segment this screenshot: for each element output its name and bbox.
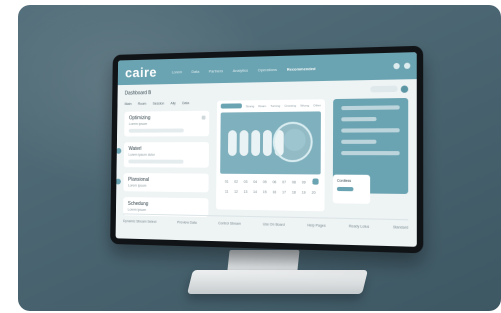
- grid-cell: 02: [234, 179, 239, 184]
- top-right-controls: [393, 62, 411, 70]
- app-logo[interactable]: caire: [125, 64, 157, 80]
- grid-cell: 20: [311, 190, 316, 195]
- grid-cell: 06: [272, 180, 277, 185]
- column-header: Wrong: [300, 103, 310, 108]
- center-panel: Strang Roam Turning Crossing Wrong Other…: [215, 99, 326, 212]
- nav-item[interactable]: Operations: [258, 66, 277, 71]
- nav-item[interactable]: Lorem: [172, 69, 183, 74]
- card-optimizing[interactable]: Optimizing Lorem ipsum: [124, 110, 210, 137]
- card-subtitle: Lorem ipsum: [127, 207, 147, 212]
- status-dot-icon: [115, 148, 122, 154]
- viz-pill: [262, 129, 272, 157]
- screen: caire Lorem Data Partners Analytics Oper…: [115, 52, 417, 247]
- dial-center: [283, 128, 306, 152]
- grid-cell: 13: [243, 189, 248, 194]
- column-header: Other: [313, 103, 321, 108]
- page-title: Dashboard B: [124, 90, 152, 97]
- right-panel-bar: [341, 105, 400, 111]
- card-title: Optimizing: [128, 115, 151, 122]
- column-header: Crossing: [284, 103, 297, 108]
- grid-cell: 04: [253, 179, 258, 185]
- bottom-toolbar: Dynamic Stream Select Preview Data Contr…: [122, 213, 409, 235]
- search-icon[interactable]: [400, 84, 409, 93]
- bottom-link[interactable]: Dynamic Stream Select: [123, 219, 156, 224]
- right-panel-bar: [341, 128, 400, 133]
- nav-item-active[interactable]: Recommended: [287, 66, 316, 72]
- right-panel-bar: [341, 139, 377, 144]
- left-tabs: Main Room Session Ally Data: [125, 101, 210, 106]
- viz-pill: [251, 130, 261, 156]
- main-nav: Lorem Data Partners Analytics Operations…: [172, 66, 316, 74]
- search-input[interactable]: [370, 85, 398, 93]
- active-tab[interactable]: [220, 103, 242, 109]
- tab[interactable]: Main: [125, 102, 132, 106]
- grid-cell: 01: [224, 179, 229, 184]
- card-plansional[interactable]: Plansional Lorem ipsum: [115, 172, 209, 193]
- card-field[interactable]: [128, 159, 184, 164]
- card-waterl[interactable]: Waterl Lorem ipsum dolor: [115, 142, 210, 168]
- mini-card-button[interactable]: [336, 186, 354, 192]
- card-field[interactable]: [128, 128, 184, 133]
- sub-header: Dashboard B: [124, 83, 409, 98]
- tab[interactable]: Session: [153, 102, 164, 106]
- top-bar: caire Lorem Data Partners Analytics Oper…: [117, 52, 417, 86]
- grid-cell: 09: [301, 180, 306, 185]
- grid-cell: 05: [262, 180, 267, 185]
- grid-cell: 15: [262, 190, 267, 195]
- card-subtitle: Lorem ipsum: [128, 122, 148, 126]
- nav-item[interactable]: Data: [191, 68, 199, 73]
- bottom-link[interactable]: Use On Board: [263, 222, 285, 227]
- bottom-link[interactable]: Help Pages: [307, 223, 325, 228]
- grid-cell: 16: [272, 190, 277, 195]
- monitor-stand-base: [187, 270, 368, 294]
- tab[interactable]: Ally: [170, 101, 175, 105]
- right-panel-bar: [341, 151, 400, 156]
- column-headers: Strang Roam Turning Crossing Wrong Other: [246, 103, 321, 108]
- grid-cell: 17: [282, 190, 287, 195]
- viz-pill: [239, 130, 249, 156]
- grid-cell: 07: [282, 180, 287, 185]
- status-dot-icon: [115, 178, 121, 185]
- grid-cell: 12: [234, 189, 238, 194]
- column-header: Turning: [270, 103, 281, 108]
- column-header: Strang: [245, 104, 255, 109]
- value-grid: 01 02 03 04 05 06 07 08 09 10 11 12 13 1…: [222, 180, 319, 195]
- card-title: Plansional: [128, 176, 150, 183]
- bell-icon[interactable]: [393, 62, 400, 70]
- bottom-link[interactable]: Ready Lotus: [349, 224, 369, 229]
- edit-button[interactable]: [312, 178, 319, 185]
- viz-pill: [227, 130, 237, 156]
- card-subtitle: Lorem ipsum dolor: [128, 152, 155, 157]
- grid-cell: 19: [301, 190, 306, 195]
- mini-card-title: Cordless: [336, 178, 352, 183]
- left-panel: Main Room Session Ally Data Optimizing L…: [115, 101, 210, 218]
- grid-cell: 18: [291, 190, 296, 195]
- right-mini-card[interactable]: Cordless: [332, 174, 371, 204]
- grid-cell: 03: [243, 179, 248, 184]
- right-panel-bar: [341, 116, 377, 122]
- bottom-link[interactable]: Standard: [393, 225, 408, 230]
- monitor: caire Lorem Data Partners Analytics Oper…: [110, 45, 424, 254]
- card-subtitle: Lorem ipsum: [128, 183, 147, 188]
- card-title: Waterl: [128, 146, 142, 152]
- tab[interactable]: Room: [138, 102, 147, 106]
- bottom-link[interactable]: Preview Data: [177, 220, 197, 224]
- bottom-link[interactable]: Control Stream: [218, 221, 241, 226]
- visualization[interactable]: [220, 111, 321, 175]
- tab[interactable]: Data: [182, 101, 189, 105]
- nav-item[interactable]: Partners: [209, 68, 223, 73]
- toggle-icon[interactable]: [201, 115, 206, 120]
- avatar[interactable]: [403, 62, 411, 69]
- grid-cell: 08: [291, 180, 296, 185]
- grid-cell: 11: [224, 189, 229, 194]
- column-header: Roam: [258, 104, 267, 109]
- nav-item[interactable]: Analytics: [233, 67, 248, 72]
- grid-cell: 14: [253, 189, 257, 195]
